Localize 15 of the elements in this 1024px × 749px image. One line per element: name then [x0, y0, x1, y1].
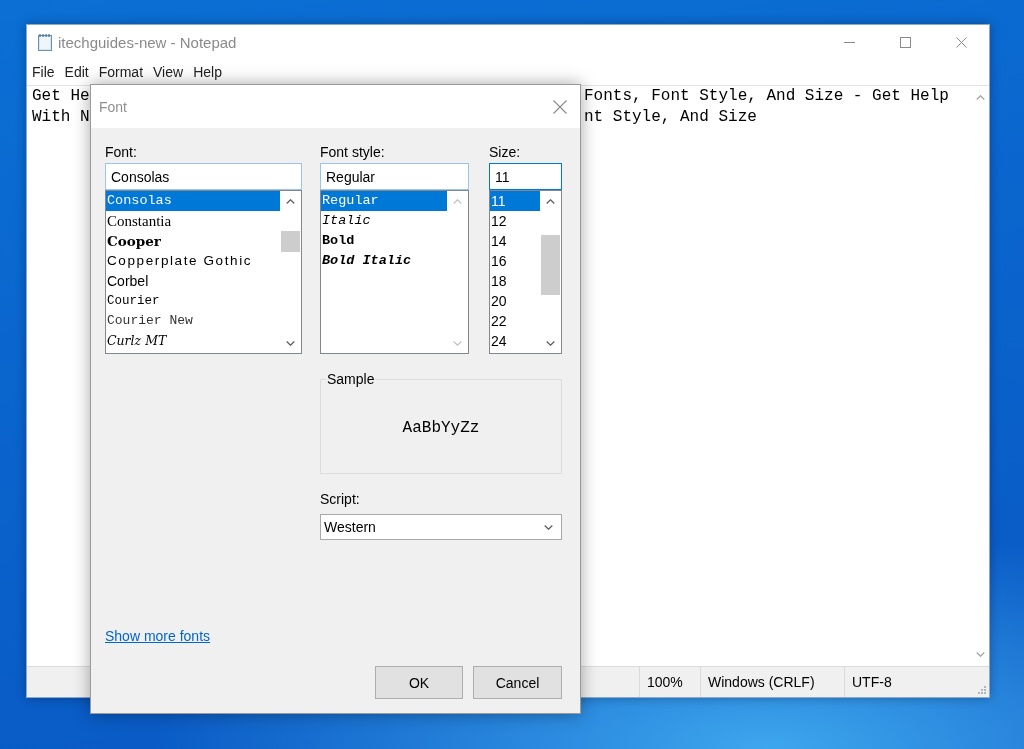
sample-text: AaBbYyZz: [402, 419, 480, 437]
field-label: Size:: [489, 144, 521, 160]
text-line: Fonts, Font Style, And Size - Get Help: [584, 86, 949, 107]
text-line: With N: [32, 107, 90, 128]
window-title: itechguides-new - Notepad: [58, 33, 237, 51]
status-text: UTF-8: [852, 674, 892, 690]
status-text: Windows (CRLF): [708, 674, 815, 690]
dialog-title: Font: [99, 98, 127, 115]
text-line: nt Style, And Size: [584, 107, 757, 128]
field-label: Font style:: [320, 144, 385, 160]
field-label: Script:: [320, 491, 360, 507]
status-text: 100%: [647, 674, 683, 690]
group-label: Sample: [326, 371, 376, 387]
text-line: Get He: [32, 86, 90, 107]
field-label: Font:: [105, 144, 137, 160]
